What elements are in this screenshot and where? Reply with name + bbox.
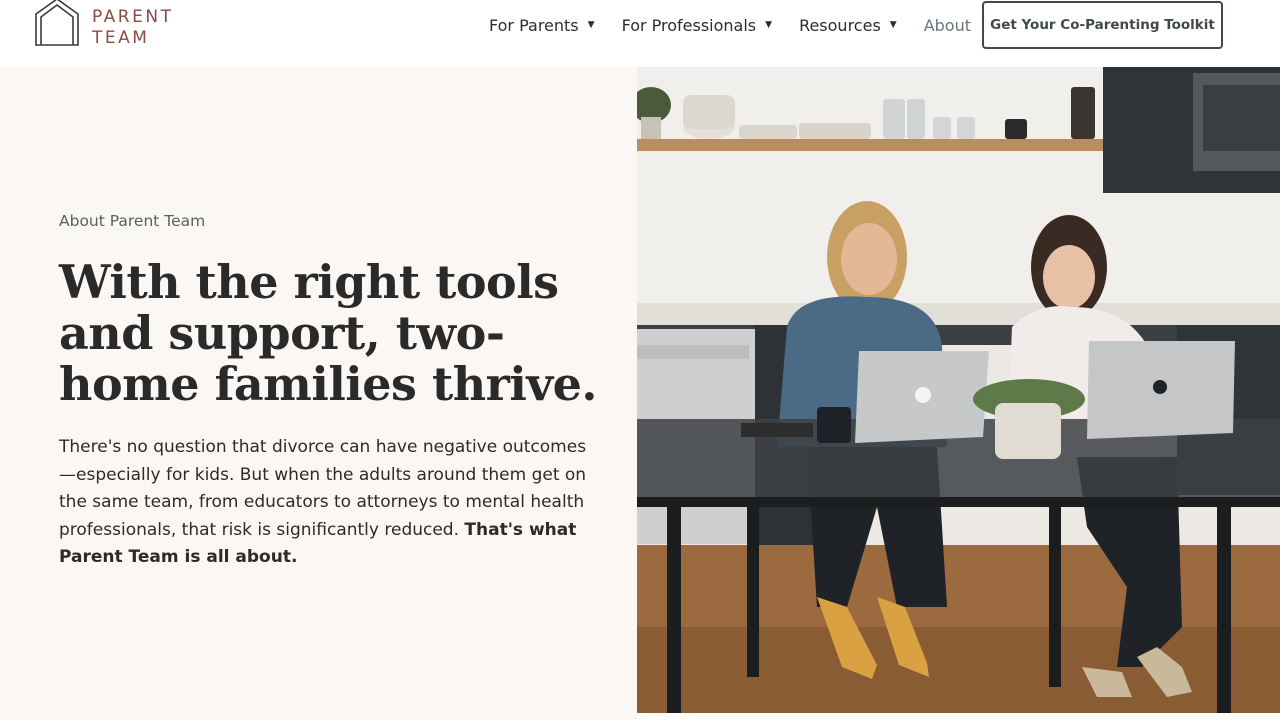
- logo-line-2: TEAM: [92, 28, 150, 48]
- caret-down-icon: ▼: [587, 20, 595, 30]
- nav-item-about[interactable]: About: [924, 16, 971, 35]
- nav-label: Resources: [799, 15, 881, 35]
- site-header: PARENT TEAM For Parents ▼ For Profession…: [0, 0, 1280, 67]
- nav-item-for-parents[interactable]: For Parents ▼: [489, 16, 595, 35]
- nav-item-for-professionals[interactable]: For Professionals ▼: [622, 16, 773, 35]
- hero-headline: With the right tools and support, two-ho…: [59, 255, 597, 411]
- house-logo-icon: [35, 0, 79, 46]
- site-logo[interactable]: PARENT TEAM: [34, 0, 173, 50]
- caret-down-icon: ▼: [765, 20, 773, 30]
- nav-label: For Professionals: [621, 15, 757, 35]
- co-parenting-toolkit-button[interactable]: Get Your Co-Parenting Toolkit: [982, 1, 1223, 49]
- section-eyebrow: About Parent Team: [59, 212, 206, 230]
- nav-label: About: [923, 15, 972, 35]
- nav-label: For Parents: [489, 15, 579, 35]
- nav-item-resources[interactable]: Resources ▼: [799, 16, 897, 35]
- hero-body: There's no question that divorce can hav…: [59, 434, 589, 572]
- photo-bottom-gap: [637, 713, 1280, 720]
- caret-down-icon: ▼: [889, 20, 897, 30]
- kitchen-scene-illustration: [637, 67, 1280, 713]
- logo-wordmark: PARENT TEAM: [92, 7, 173, 49]
- hero-photo: [637, 67, 1280, 713]
- logo-line-1: PARENT: [92, 7, 174, 27]
- hero-text-panel: About Parent Team With the right tools a…: [0, 67, 637, 720]
- main-nav: For Parents ▼ For Professionals ▼ Resour…: [489, 0, 971, 50]
